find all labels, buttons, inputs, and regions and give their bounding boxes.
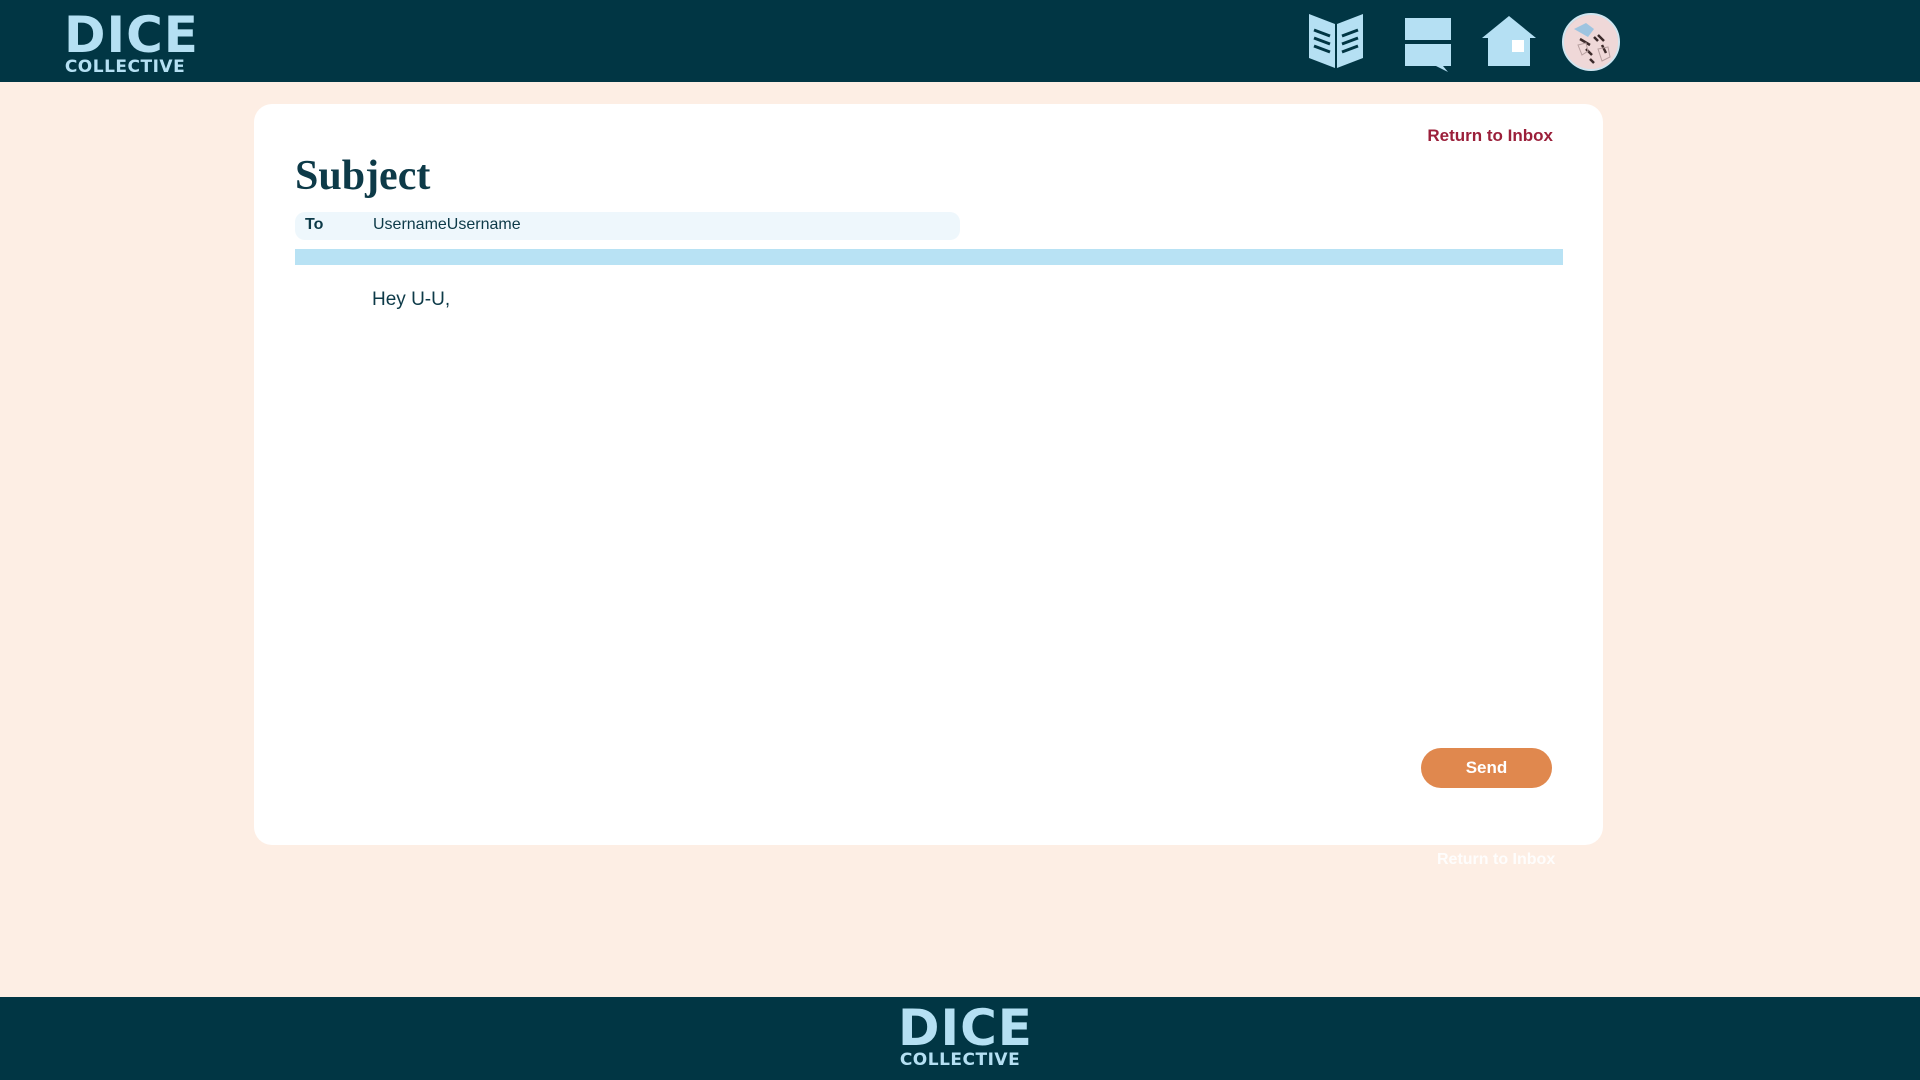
message-subject-title: Subject	[295, 153, 431, 199]
message-body-input[interactable]: Hey U-U,	[372, 289, 1492, 629]
recipient-label: To	[305, 216, 324, 233]
send-button[interactable]: Send	[1421, 748, 1552, 788]
return-to-inbox-ghost-text: Return to Inbox	[1437, 851, 1556, 868]
footer-logo-wordmark-collective: COLLECTIVE	[899, 1050, 1021, 1070]
home-icon[interactable]	[1478, 10, 1540, 72]
logo-wordmark-dice: DICE	[64, 6, 199, 64]
site-footer: DICE COLLECTIVE	[0, 997, 1920, 1080]
site-logo[interactable]: DICE COLLECTIVE	[64, 6, 199, 77]
library-book-icon[interactable]	[1305, 10, 1367, 72]
return-to-inbox-link[interactable]: Return to Inbox	[1427, 126, 1553, 146]
user-avatar-dice-icon[interactable]	[1562, 13, 1620, 71]
top-navbar: DICE COLLECTIVE	[0, 0, 1920, 82]
messages-chat-icon[interactable]	[1396, 10, 1458, 72]
footer-logo: DICE COLLECTIVE	[898, 999, 1033, 1070]
recipient-field[interactable]: To UsernameUsername	[295, 212, 960, 240]
footer-logo-wordmark-dice: DICE	[898, 999, 1033, 1057]
logo-wordmark-collective: COLLECTIVE	[64, 57, 186, 77]
message-compose-card: Return to Inbox Subject To UsernameUsern…	[254, 104, 1603, 845]
recipient-value: UsernameUsername	[373, 216, 521, 233]
header-divider-bar	[295, 249, 1563, 265]
